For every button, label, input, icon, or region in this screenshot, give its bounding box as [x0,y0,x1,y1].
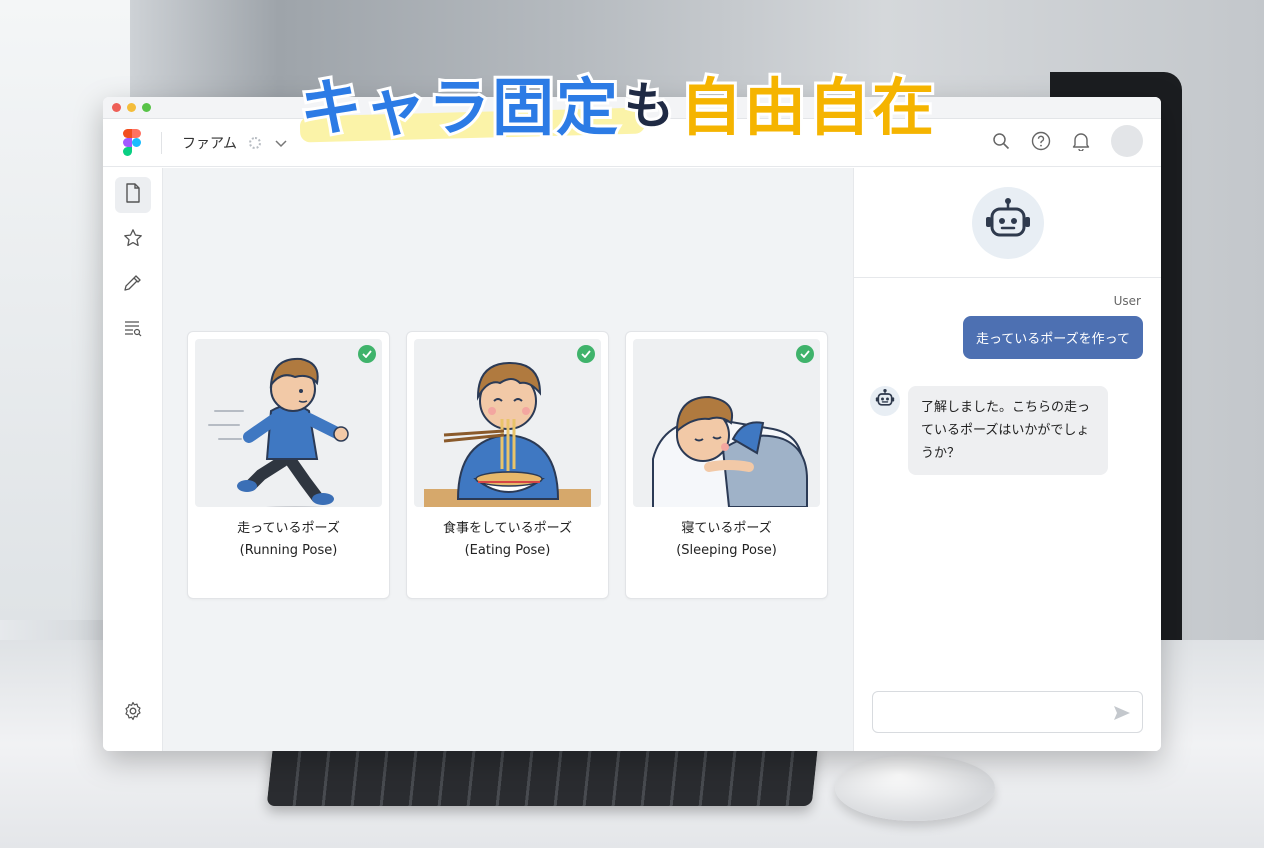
eyedropper-icon [123,273,143,297]
sidebar-item-settings[interactable] [115,695,151,731]
check-icon [796,345,814,363]
user-label: User [1113,294,1141,308]
app-window: ファアム 走っているポーズ (Running Pose) 食事をしているポーズ … [103,97,1161,751]
send-icon[interactable] [1112,703,1132,727]
chevron-down-icon[interactable] [275,133,287,152]
robot-icon [874,389,896,413]
pose-card-sleeping[interactable]: 寝ているポーズ (Sleeping Pose) [625,331,828,599]
pose-card-label: 走っているポーズ (Running Pose) [195,518,382,562]
background-keyboard [266,742,819,806]
check-icon [358,345,376,363]
project-name[interactable]: ファアム [182,133,237,153]
pose-card-label: 食事をしているポーズ (Eating Pose) [414,518,601,562]
headline-text-blue: キャラ固定 [297,68,621,147]
pose-image-running [195,339,382,507]
user-message: 走っているポーズを作って [962,316,1143,359]
maximize-window-button[interactable] [142,103,151,112]
chat-panel: User 走っているポーズを作って 了解しました。こちらの走っているポーズはいか… [853,168,1161,751]
settings-icon [123,701,143,725]
sidebar-item-files[interactable] [114,177,151,213]
pose-image-sleeping [633,339,820,507]
headline-text-particle: も [621,74,677,138]
pose-title-en: (Sleeping Pose) [676,543,777,558]
workspace: 走っているポーズ (Running Pose) 食事をしているポーズ (Eati… [103,168,1161,751]
list-search-icon [123,318,143,342]
headline-banner: キャラ固定 も 自由自在 [297,60,937,147]
pose-title-ja: 走っているポーズ [237,521,340,536]
minimize-window-button[interactable] [127,103,136,112]
robot-icon [983,197,1033,249]
sidebar-item-search-list[interactable] [115,312,151,348]
pose-title-en: (Running Pose) [239,543,338,558]
user-avatar[interactable] [1111,125,1143,157]
canvas-area[interactable]: 走っているポーズ (Running Pose) 食事をしているポーズ (Eati… [163,168,853,751]
check-icon [577,345,595,363]
pose-card-label: 寝ているポーズ (Sleeping Pose) [633,518,820,562]
star-icon [123,228,143,252]
sidebar-item-eyedropper[interactable] [115,267,151,303]
pose-card-eating[interactable]: 食事をしているポーズ (Eating Pose) [406,331,609,599]
background-mouse [835,755,995,821]
pose-title-ja: 寝ているポーズ [681,521,772,536]
pose-title-en: (Eating Pose) [464,543,551,558]
topbar-divider [161,131,162,154]
sidebar-item-favorites[interactable] [115,222,151,258]
file-icon [124,183,142,207]
bot-message: 了解しました。こちらの走っているポーズはいかがでしょうか？ [908,386,1108,475]
topbar-actions [991,125,1143,157]
chat-input-field[interactable] [872,691,1143,733]
left-sidebar [103,168,163,751]
bot-avatar [971,186,1044,259]
app-logo[interactable] [123,129,141,156]
bot-avatar-small [870,386,900,416]
search-icon[interactable] [991,131,1011,151]
loading-spinner-icon [249,136,262,149]
bell-icon[interactable] [1071,131,1091,151]
pose-card-running[interactable]: 走っているポーズ (Running Pose) [187,331,390,599]
pose-title-ja: 食事をしているポーズ [443,521,572,536]
headline-text-yellow: 自由自在 [677,68,937,147]
bot-message-row: 了解しました。こちらの走っているポーズはいかがでしょうか？ [870,386,1108,475]
help-icon[interactable] [1031,131,1051,151]
close-window-button[interactable] [112,103,121,112]
pose-card-list: 走っているポーズ (Running Pose) 食事をしているポーズ (Eati… [187,331,828,599]
chat-header [854,168,1161,278]
pose-image-eating [414,339,601,507]
